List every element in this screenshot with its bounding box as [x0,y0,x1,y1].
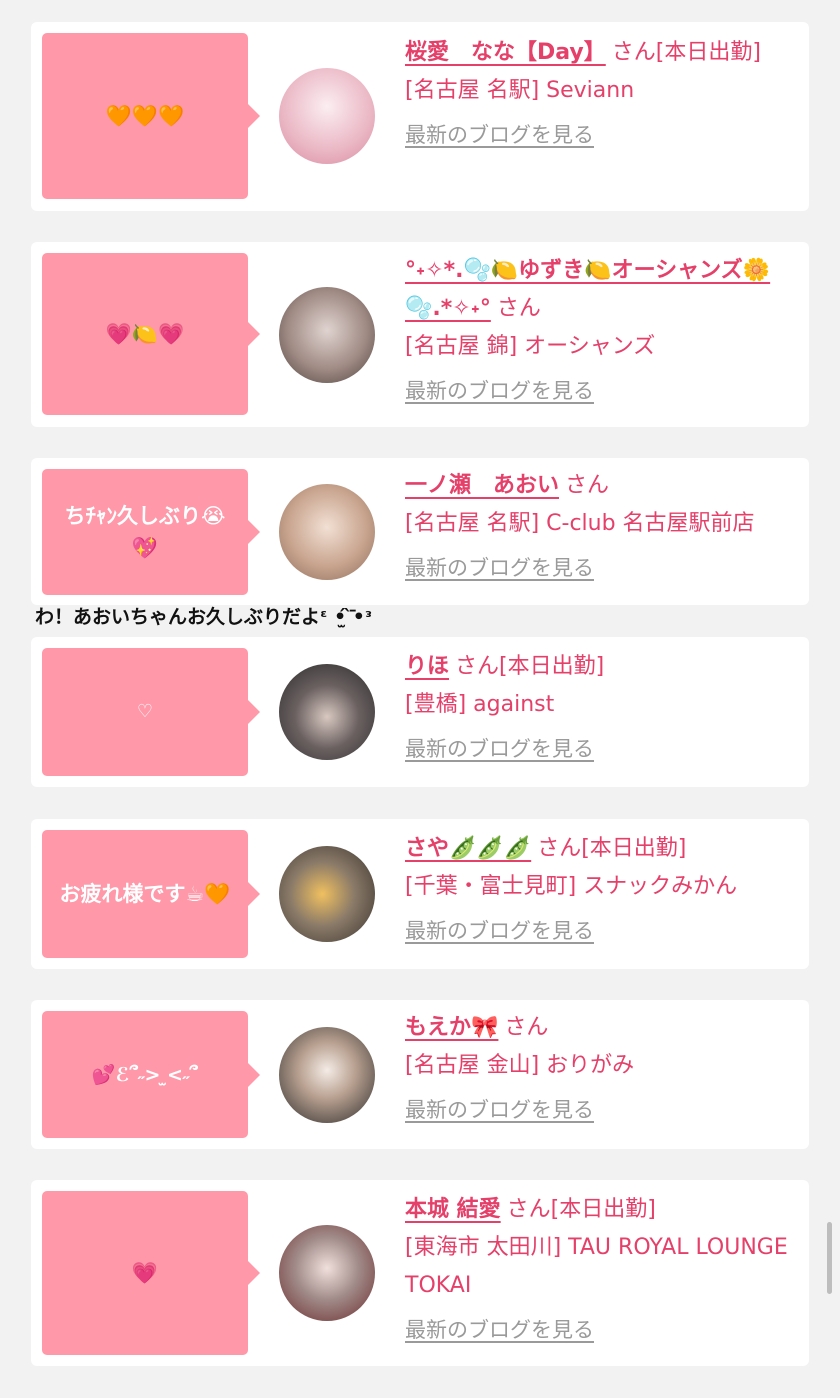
entry-info: さや🫛🫛🫛 さん[本日出勤] [千葉・富士見町] スナックみかん 最新のブログを見… [405,830,805,951]
honorific: さん[本日出勤] [611,40,761,65]
blog-card: 💗 本城 結愛 さん[本日出勤] [東海市 太田川] TAU ROYAL LOUN… [31,1180,809,1366]
shop-label: [名古屋 金山] おりがみ [405,1053,635,1078]
blog-card: 💗🍋💗 °˖✧*.🫧🍋ゆずき🍋オーシャンズ🌼🫧.*✧˖° さん [名古屋 錦] オ… [31,242,809,427]
blog-card: お疲れ様です☕🧡 さや🫛🫛🫛 さん[本日出勤] [千葉・富士見町] スナックみかん… [31,819,809,969]
latest-blog-link[interactable]: 最新のブログを見る [405,549,594,587]
bubble-text: 💕ℰ՞˶> ̫<˶՞ [91,1063,199,1086]
entry-info: りほ さん[本日出勤] [豊橋] against 最新のブログを見る [405,648,805,769]
entry-info: 本城 結愛 さん[本日出勤] [東海市 太田川] TAU ROYAL LOUNGE… [405,1191,805,1350]
honorific: さん [504,1015,549,1040]
cast-name-link[interactable]: 一ノ瀬 あおい [405,473,559,498]
honorific: さん[本日出勤] [455,654,605,679]
honorific: さん [496,296,541,321]
shop-label: [名古屋 名駅] Seviann [405,78,635,103]
latest-blog-link[interactable]: 最新のブログを見る [405,912,594,950]
latest-blog-link[interactable]: 最新のブログを見る [405,1091,594,1129]
honorific: さん[本日出勤] [537,836,687,861]
cast-name-link[interactable]: 桜愛 なな【Day】 [405,40,606,65]
cast-name-link[interactable]: °˖✧*.🫧🍋ゆずき🍋オーシャンズ🌼🫧.*✧˖° [405,258,770,321]
cast-name-link[interactable]: さや🫛🫛🫛 [405,836,531,861]
avatar[interactable] [279,664,375,760]
bubble-text: 💗🍋💗 [105,322,185,346]
latest-blog-link[interactable]: 最新のブログを見る [405,372,594,410]
entry-info: もえか🎀 さん [名古屋 金山] おりがみ 最新のブログを見る [405,1009,805,1130]
avatar[interactable] [279,1027,375,1123]
blog-card: ちﾁｬﾝ久しぶり😭💖 一ノ瀬 あおい さん [名古屋 名駅] C-club 名古屋… [31,458,809,605]
avatar[interactable] [279,287,375,383]
honorific: さん [565,473,610,498]
entry-info: 一ノ瀬 あおい さん [名古屋 名駅] C-club 名古屋駅前店 最新のブログを… [405,467,805,588]
cast-name-link[interactable]: もえか🎀 [405,1015,498,1040]
avatar[interactable] [279,484,375,580]
comment-bubble: ちﾁｬﾝ久しぶり😭💖 [42,469,260,595]
comment-bubble: 🧡🧡🧡 [42,33,260,199]
shop-label: [名古屋 錦] オーシャンズ [405,334,656,359]
comment-bubble: 💗🍋💗 [42,253,260,415]
latest-blog-link[interactable]: 最新のブログを見る [405,116,594,154]
latest-blog-link[interactable]: 最新のブログを見る [405,1311,594,1349]
avatar[interactable] [279,846,375,942]
comment-text: わ！あおいちゃんお久しぶりだよᵋ •ֿ̫́ •̀ᵌ [35,606,373,628]
bubble-text: お疲れ様です☕🧡 [59,882,231,906]
shop-label: [東海市 太田川] TAU ROYAL LOUNGE TOKAI [405,1235,788,1298]
honorific: さん[本日出勤] [506,1197,656,1222]
cast-name-link[interactable]: りほ [405,654,449,679]
bubble-text: 💗 [131,1261,159,1285]
comment-bubble: ♡ [42,648,260,776]
shop-label: [千葉・富士見町] スナックみかん [405,874,738,899]
comment-bubble: お疲れ様です☕🧡 [42,830,260,958]
blog-card: ♡ りほ さん[本日出勤] [豊橋] against 最新のブログを見る [31,637,809,787]
bubble-text: ちﾁｬﾝ久しぶり😭💖 [64,504,226,560]
avatar[interactable] [279,1225,375,1321]
shop-label: [豊橋] against [405,692,555,717]
scrollbar-thumb[interactable] [827,1222,832,1294]
blog-card: 🧡🧡🧡 桜愛 なな【Day】 さん[本日出勤] [名古屋 名駅] Seviann … [31,22,809,211]
avatar[interactable] [279,68,375,164]
comment-bubble: 💗 [42,1191,260,1355]
cast-name-link[interactable]: 本城 結愛 [405,1197,501,1222]
blog-card: 💕ℰ՞˶> ̫<˶՞ もえか🎀 さん [名古屋 金山] おりがみ 最新のブログを見… [31,1000,809,1149]
bubble-text: 🧡🧡🧡 [105,104,185,128]
shop-label: [名古屋 名駅] C-club 名古屋駅前店 [405,511,755,536]
entry-info: 桜愛 なな【Day】 さん[本日出勤] [名古屋 名駅] Seviann 最新のブ… [405,34,805,155]
entry-info: °˖✧*.🫧🍋ゆずき🍋オーシャンズ🌼🫧.*✧˖° さん [名古屋 錦] オーシャン… [405,252,805,411]
latest-blog-link[interactable]: 最新のブログを見る [405,730,594,768]
comment-bubble: 💕ℰ՞˶> ̫<˶՞ [42,1011,260,1138]
bubble-text: ♡ [136,701,154,722]
